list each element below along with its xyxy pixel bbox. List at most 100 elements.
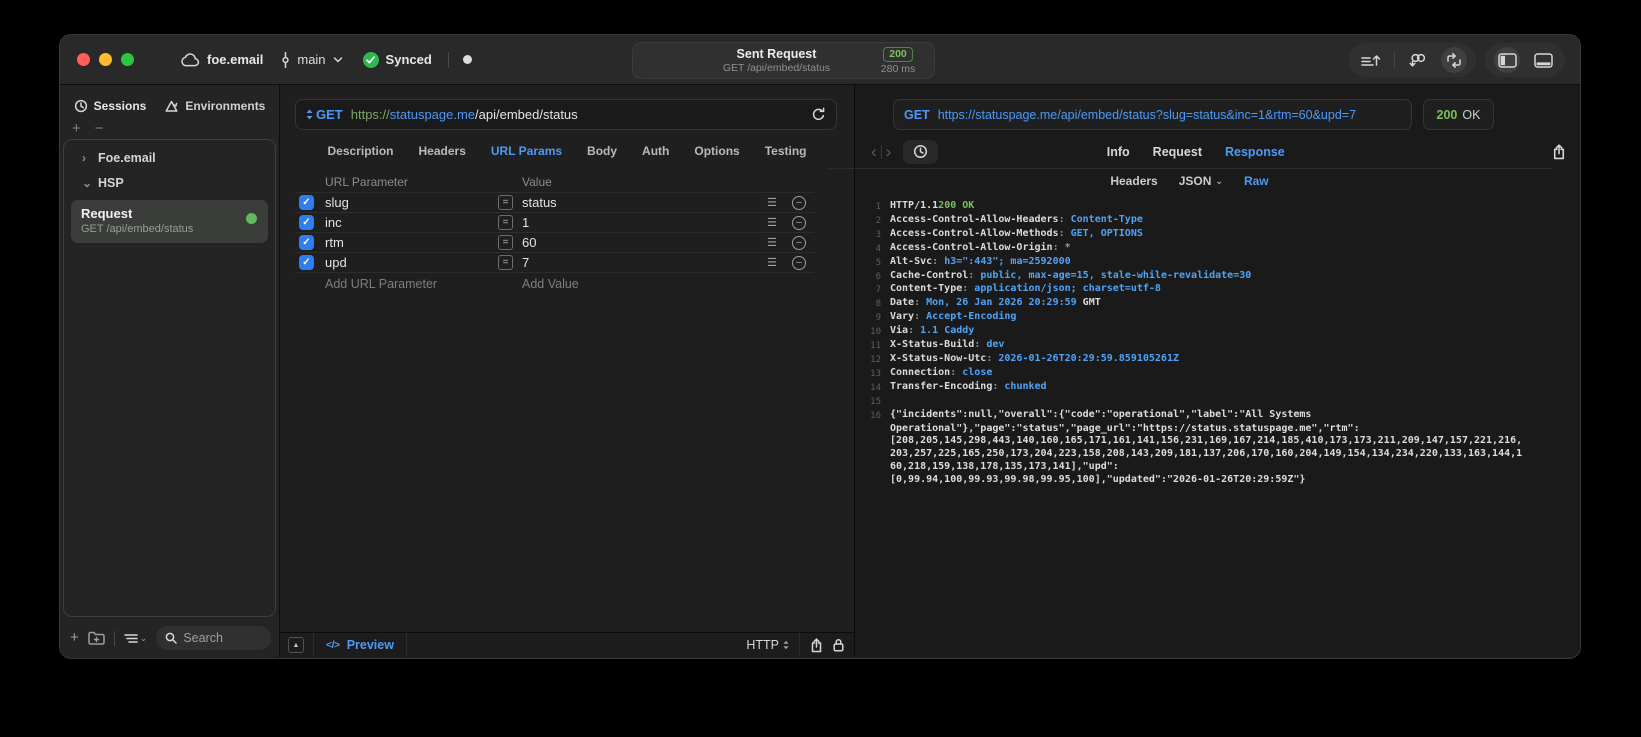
- remove-row-icon[interactable]: −: [792, 215, 806, 230]
- close-window-button[interactable]: [77, 53, 90, 66]
- request-url-input[interactable]: https://statuspage.me/api/embed/status: [351, 107, 578, 122]
- line-number: 10: [870, 327, 881, 338]
- line-number: 5: [875, 257, 881, 268]
- project-selector[interactable]: foe.email: [180, 52, 263, 67]
- response-request-url[interactable]: GET https://statuspage.me/api/embed/stat…: [893, 99, 1412, 130]
- new-request-button[interactable]: +: [70, 630, 79, 645]
- sent-request-pill[interactable]: Sent Request GET /api/embed/status 200 2…: [632, 42, 935, 79]
- branch-selector[interactable]: main: [281, 51, 342, 68]
- tab-info[interactable]: Info: [1107, 145, 1130, 159]
- toggle-bottom-panel-button[interactable]: [1530, 47, 1556, 73]
- add-url-parameter-field[interactable]: Add URL Parameter: [325, 277, 498, 291]
- preview-button[interactable]: </> Preview: [326, 638, 394, 652]
- param-rows: ✓ slug = status ☰ − ✓ inc = 1 ☰ − ✓ rtm = 60 ☰ − ✓ upd = 7 ☰ −: [295, 193, 814, 273]
- tab-description[interactable]: Description: [328, 144, 394, 158]
- subtab-raw[interactable]: Raw: [1244, 174, 1269, 188]
- tab-options[interactable]: Options: [694, 144, 739, 158]
- code-line: 11 X-Status-Build: dev: [864, 339, 1574, 353]
- param-value-cell[interactable]: 60: [522, 235, 767, 250]
- sort-list-button[interactable]: ⌄: [124, 633, 147, 644]
- row-menu-icon[interactable]: ☰: [767, 196, 792, 209]
- code-line: 203,257,225,165,250,173,204,223,158,208,…: [864, 448, 1574, 461]
- lock-icon[interactable]: [833, 638, 844, 652]
- tab-sessions[interactable]: Sessions: [74, 99, 146, 113]
- equals-operator-icon[interactable]: =: [498, 195, 513, 210]
- remove-row-icon[interactable]: −: [792, 235, 806, 250]
- sync-now-button[interactable]: [1441, 47, 1467, 73]
- sidebar-search-input[interactable]: Search: [156, 626, 271, 650]
- param-name-cell[interactable]: upd: [325, 255, 498, 270]
- back-button[interactable]: ‹: [867, 143, 881, 160]
- response-body-text: 60,218,159,138,178,135,173,141],"upd":: [890, 461, 1119, 473]
- row-menu-icon[interactable]: ☰: [767, 236, 792, 249]
- header-value: application/json; charset=utf-8: [974, 283, 1161, 295]
- minimize-window-button[interactable]: [99, 53, 112, 66]
- remove-row-icon[interactable]: −: [792, 255, 806, 270]
- tab-headers[interactable]: Headers: [419, 144, 466, 158]
- push-changes-button[interactable]: [1358, 47, 1384, 73]
- request-list-item[interactable]: Request GET /api/embed/status: [71, 200, 268, 243]
- export-response-button[interactable]: [1552, 143, 1566, 160]
- request-url-bar[interactable]: GET https://statuspage.me/api/embed/stat…: [295, 99, 837, 130]
- share-request-button[interactable]: [810, 637, 823, 653]
- param-row: ✓ slug = status ☰ −: [295, 193, 814, 213]
- tab-testing[interactable]: Testing: [765, 144, 807, 158]
- history-button[interactable]: [903, 139, 939, 164]
- param-name-cell[interactable]: inc: [325, 215, 498, 230]
- tab-request[interactable]: Request: [1153, 145, 1202, 159]
- param-row: ✓ upd = 7 ☰ −: [295, 253, 814, 273]
- request-panel-footer: ▲ </> Preview HTTP: [280, 632, 854, 657]
- pull-changes-button[interactable]: [1405, 47, 1431, 73]
- tab-body[interactable]: Body: [587, 144, 617, 158]
- code-line: 16 {"incidents":null,"overall":{"code":"o…: [864, 409, 1574, 423]
- param-checkbox[interactable]: ✓: [299, 255, 314, 270]
- row-menu-icon[interactable]: ☰: [767, 256, 792, 269]
- zoom-window-button[interactable]: [121, 53, 134, 66]
- protocol-selector[interactable]: HTTP: [746, 638, 789, 652]
- subtab-headers[interactable]: Headers: [1110, 174, 1157, 188]
- row-menu-icon[interactable]: ☰: [767, 216, 792, 229]
- branch-icon: [282, 51, 290, 68]
- tree-item-hsp[interactable]: ⌄ HSP: [64, 165, 275, 190]
- param-name-cell[interactable]: slug: [325, 195, 498, 210]
- header-value: dev: [986, 339, 1005, 351]
- toggle-sidebar-button[interactable]: [1494, 47, 1520, 73]
- remove-item-button[interactable]: −: [95, 121, 104, 136]
- sync-now-icon: [1447, 52, 1461, 68]
- add-item-button[interactable]: +: [72, 121, 81, 136]
- subtab-json[interactable]: JSON ⌄: [1179, 174, 1223, 188]
- method-selector[interactable]: GET: [306, 107, 343, 122]
- tab-response[interactable]: Response: [1225, 145, 1285, 159]
- sessions-list: › Foe.email ⌄ HSP Request GET /api/embed…: [63, 139, 276, 617]
- equals-operator-icon[interactable]: =: [498, 235, 513, 250]
- header-value: Accept-Encoding: [926, 311, 1017, 323]
- header-value: chunked: [1004, 380, 1047, 392]
- resend-request-button[interactable]: [811, 107, 826, 122]
- add-value-field[interactable]: Add Value: [522, 277, 767, 291]
- sync-status-button[interactable]: Synced: [362, 51, 432, 68]
- header-separator: :: [968, 269, 981, 281]
- param-checkbox[interactable]: ✓: [299, 235, 314, 250]
- tree-item-foe-email[interactable]: › Foe.email: [64, 140, 275, 165]
- new-folder-button[interactable]: [88, 631, 105, 645]
- remove-row-icon[interactable]: −: [792, 195, 806, 210]
- line-number: 14: [870, 382, 881, 393]
- expand-panel-button[interactable]: ▲: [288, 637, 304, 653]
- param-checkbox[interactable]: ✓: [299, 215, 314, 230]
- tab-environments[interactable]: Environments: [164, 99, 265, 113]
- param-value-cell[interactable]: status: [522, 195, 767, 210]
- code-line: 7 Content-Type: application/json; charset…: [864, 283, 1574, 297]
- equals-operator-icon[interactable]: =: [498, 215, 513, 230]
- header-name: X-Status-Now-Utc: [890, 352, 987, 364]
- param-name-cell[interactable]: rtm: [325, 235, 498, 250]
- header-value: *: [1064, 241, 1071, 253]
- tab-url-params[interactable]: URL Params: [491, 144, 562, 158]
- tab-auth[interactable]: Auth: [642, 144, 669, 158]
- param-value-cell[interactable]: 1: [522, 215, 767, 230]
- param-checkbox[interactable]: ✓: [299, 195, 314, 210]
- response-panel: GET https://statuspage.me/api/embed/stat…: [827, 85, 1580, 657]
- header-name: X-Status-Build: [890, 339, 975, 351]
- forward-button[interactable]: ›: [882, 143, 896, 160]
- equals-operator-icon[interactable]: =: [498, 255, 513, 270]
- param-value-cell[interactable]: 7: [522, 255, 767, 270]
